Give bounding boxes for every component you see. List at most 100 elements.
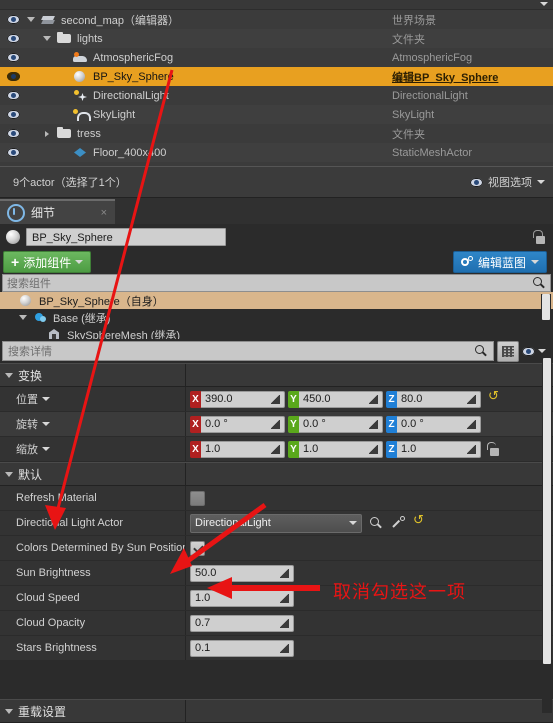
lock-open-icon[interactable]: [532, 230, 545, 244]
outliner-row[interactable]: lights 文件夹: [0, 29, 553, 48]
chevron-down-icon[interactable]: [540, 2, 548, 6]
details-view-options-button[interactable]: [522, 346, 551, 356]
actor-name-input[interactable]: BP_Sky_Sphere: [26, 228, 226, 246]
chevron-right-icon[interactable]: [42, 130, 52, 137]
visibility-toggle[interactable]: [0, 72, 26, 81]
chevron-down-icon[interactable]: [42, 397, 50, 401]
tab-details[interactable]: 细节 ×: [0, 199, 115, 224]
axis-y-field[interactable]: Y 0.0 °: [288, 415, 383, 433]
mesh-icon: [47, 328, 62, 339]
default-property-row: Cloud Opacity 0.7: [0, 611, 553, 636]
axis-x-field[interactable]: X 390.0: [190, 390, 285, 408]
chevron-down-icon[interactable]: [42, 422, 50, 426]
visibility-toggle[interactable]: [0, 110, 26, 119]
spinner-icon[interactable]: [271, 394, 280, 404]
outliner-row[interactable]: DirectionalLight DirectionalLight: [0, 86, 553, 105]
view-options-button[interactable]: 视图选项: [470, 174, 545, 190]
outliner-row[interactable]: Floor_400x400 StaticMeshActor: [0, 143, 553, 162]
browse-asset-icon[interactable]: [370, 516, 383, 530]
axis-x-value[interactable]: 0.0 °: [201, 415, 285, 433]
property-checkbox[interactable]: [190, 540, 205, 556]
axis-y-value[interactable]: 1.0: [299, 440, 383, 458]
axis-x-value[interactable]: 1.0: [201, 440, 285, 458]
spinner-icon[interactable]: [271, 444, 280, 454]
visibility-toggle[interactable]: [0, 148, 26, 157]
details-scrollbar[interactable]: [542, 358, 552, 713]
component-tree-row[interactable]: Base (继承): [0, 309, 553, 326]
outliner-row[interactable]: second_map（编辑器） 世界场景: [0, 10, 553, 29]
object-picker-combobox[interactable]: DirectionalLight: [190, 513, 362, 533]
spinner-icon[interactable]: [280, 593, 289, 603]
outliner-row-label-group: DirectionalLight: [58, 89, 169, 102]
add-component-button[interactable]: + 添加组件: [3, 251, 92, 273]
visibility-toggle[interactable]: [0, 53, 26, 62]
axis-y-field[interactable]: Y 1.0: [288, 440, 383, 458]
eye-icon: [6, 72, 20, 81]
spinner-icon[interactable]: [280, 568, 289, 578]
spinner-icon[interactable]: [271, 419, 280, 429]
axis-z-value[interactable]: 80.0: [397, 390, 481, 408]
outliner-status-bar: 9个actor（选择了1个） 视图选项: [0, 166, 553, 198]
section-transform[interactable]: 变换: [0, 363, 553, 387]
property-number-input[interactable]: 0.7: [190, 614, 294, 632]
edit-blueprint-button[interactable]: 编辑蓝图: [452, 251, 547, 273]
default-property-row: Refresh Material: [0, 486, 553, 511]
component-tree-row[interactable]: BP_Sky_Sphere（自身）: [0, 292, 553, 309]
reset-to-default-icon[interactable]: [488, 389, 500, 405]
axis-y-field[interactable]: Y 450.0: [288, 390, 383, 408]
details-grid-toggle-button[interactable]: [497, 340, 519, 362]
axis-z-field[interactable]: Z 80.0: [386, 390, 481, 408]
section-override-settings[interactable]: 重载设置: [0, 699, 553, 723]
outliner-row[interactable]: BP_Sky_Sphere 编辑BP_Sky_Sphere: [0, 67, 553, 86]
search-details-input[interactable]: 搜索详情: [2, 341, 494, 361]
spinner-icon[interactable]: [280, 643, 289, 653]
transform-row-label-group[interactable]: 旋转: [0, 416, 185, 432]
search-component-input[interactable]: 搜索组件: [2, 274, 551, 292]
spinner-icon[interactable]: [369, 394, 378, 404]
axis-z-field[interactable]: Z 0.0 °: [386, 415, 481, 433]
spinner-icon[interactable]: [369, 444, 378, 454]
spinner-icon[interactable]: [467, 394, 476, 404]
chevron-down-icon[interactable]: [349, 521, 357, 525]
lock-ratio-icon[interactable]: [487, 442, 499, 456]
component-tree-row[interactable]: SkySphereMesh (继承): [0, 326, 553, 339]
spinner-icon[interactable]: [369, 419, 378, 429]
axis-z-field[interactable]: Z 1.0: [386, 440, 481, 458]
chevron-down-icon[interactable]: [42, 447, 50, 451]
transform-row-label-group[interactable]: 位置: [0, 391, 185, 407]
axis-x-field[interactable]: X 1.0: [190, 440, 285, 458]
spinner-icon[interactable]: [280, 618, 289, 628]
property-checkbox[interactable]: [190, 490, 205, 506]
visibility-toggle[interactable]: [0, 91, 26, 100]
chevron-down-icon[interactable]: [26, 17, 36, 22]
axis-x-value[interactable]: 390.0: [201, 390, 285, 408]
reset-to-default-icon[interactable]: [413, 513, 425, 529]
visibility-toggle[interactable]: [0, 15, 26, 24]
spinner-icon[interactable]: [467, 419, 476, 429]
axis-y-value[interactable]: 0.0 °: [299, 415, 383, 433]
chevron-down-icon[interactable]: [42, 36, 52, 41]
outliner-row[interactable]: SkyLight SkyLight: [0, 105, 553, 124]
outliner-row[interactable]: AtmosphericFog AtmosphericFog: [0, 48, 553, 67]
outliner-row[interactable]: tress 文件夹: [0, 124, 553, 143]
axis-z-value[interactable]: 0.0 °: [397, 415, 481, 433]
scrollbar-thumb[interactable]: [542, 294, 550, 320]
details-info-icon: [7, 203, 25, 222]
axis-y-value[interactable]: 450.0: [299, 390, 383, 408]
property-number-input[interactable]: 50.0: [190, 564, 294, 582]
visibility-toggle[interactable]: [0, 34, 26, 43]
transform-row-label-group[interactable]: 缩放: [0, 441, 185, 457]
property-number-input[interactable]: 0.1: [190, 639, 294, 657]
axis-x-field[interactable]: X 0.0 °: [190, 415, 285, 433]
default-property-control: DirectionalLight: [185, 511, 553, 535]
component-tree-rows: BP_Sky_Sphere（自身） Base (继承) SkySphereMesh …: [0, 292, 553, 339]
component-tree-scrollbar[interactable]: [541, 294, 551, 337]
close-icon[interactable]: ×: [101, 207, 107, 219]
section-defaults[interactable]: 默认: [0, 462, 553, 486]
spinner-icon[interactable]: [467, 444, 476, 454]
eyedropper-icon[interactable]: [391, 516, 405, 530]
visibility-toggle[interactable]: [0, 129, 26, 138]
property-number-input[interactable]: 1.0: [190, 589, 294, 607]
scrollbar-thumb[interactable]: [543, 358, 551, 664]
axis-z-value[interactable]: 1.0: [397, 440, 481, 458]
